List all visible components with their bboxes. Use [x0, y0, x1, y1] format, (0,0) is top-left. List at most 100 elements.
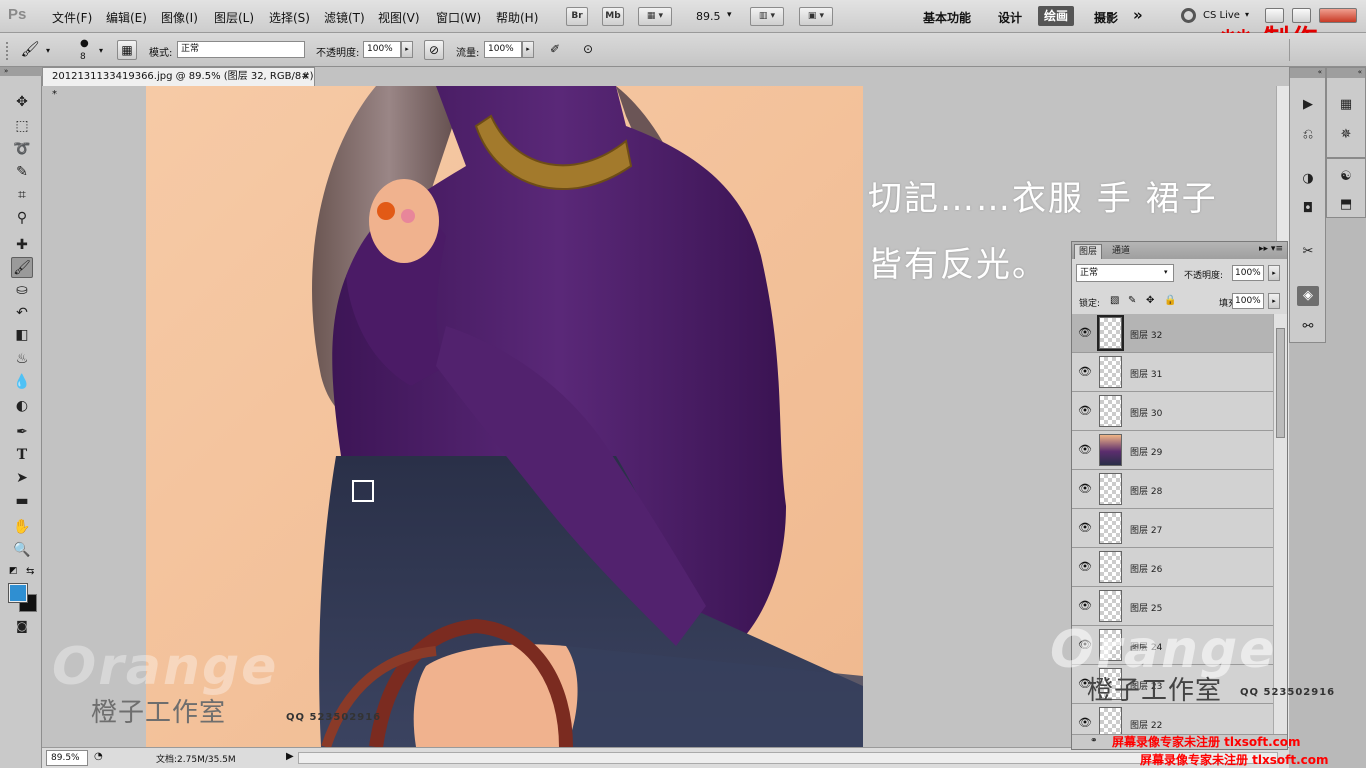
transform-panel-icon[interactable]: ⬒: [1335, 195, 1357, 215]
lock-pixels-icon[interactable]: ✎: [1128, 295, 1136, 306]
visibility-eye-icon[interactable]: 👁: [1078, 404, 1092, 417]
type-tool-icon[interactable]: T: [11, 445, 33, 466]
crop-tool-icon[interactable]: ⌗: [11, 185, 33, 206]
mode-select[interactable]: 正常: [177, 41, 305, 58]
quick-selection-tool-icon[interactable]: ✎: [11, 162, 33, 183]
layers-panel-icon[interactable]: ◈: [1297, 286, 1319, 306]
paint-bucket-tool-icon[interactable]: ♨: [11, 349, 33, 370]
brush-tool-icon[interactable]: 🖌: [11, 257, 33, 278]
move-tool-icon[interactable]: ✥: [11, 92, 33, 113]
layer-row[interactable]: 👁 图层 30: [1072, 392, 1273, 431]
flow-slider-button[interactable]: ▸: [522, 41, 534, 58]
zoom-tool-icon[interactable]: 🔍: [11, 540, 33, 561]
marquee-tool-icon[interactable]: ⬚: [11, 116, 33, 137]
status-menu-arrow-icon[interactable]: ▶: [286, 751, 294, 762]
pen-tool-icon[interactable]: ✒: [11, 422, 33, 443]
navigator-panel-icon[interactable]: ✵: [1335, 125, 1357, 145]
tools-collapse-icon[interactable]: »: [0, 67, 42, 76]
visibility-eye-icon[interactable]: 👁: [1078, 326, 1092, 339]
menu-image[interactable]: 图像(I): [161, 9, 198, 26]
zoom-level[interactable]: 89.5: [696, 10, 721, 23]
foreground-color-swatch[interactable]: [8, 583, 28, 603]
layer-row[interactable]: 👁 图层 22: [1072, 704, 1273, 734]
layer-row[interactable]: 👁 图层 31: [1072, 353, 1273, 392]
masks-panel-icon[interactable]: ◘: [1297, 199, 1319, 219]
options-grip[interactable]: [6, 42, 14, 60]
tab-layers[interactable]: 图层: [1074, 244, 1103, 259]
layer-row[interactable]: 👁 图层 26: [1072, 548, 1273, 587]
dodge-tool-icon[interactable]: ◐: [11, 396, 33, 417]
cslive-dropdown-icon[interactable]: ▾: [1245, 10, 1249, 19]
visibility-eye-icon[interactable]: 👁: [1078, 521, 1092, 534]
tablet-size-pressure-icon[interactable]: ⊙: [578, 40, 598, 60]
menu-select[interactable]: 选择(S): [269, 9, 310, 26]
view-extras-button[interactable]: ▦ ▾: [638, 7, 672, 26]
workspace-design[interactable]: 设计: [998, 9, 1022, 26]
rectangle-tool-icon[interactable]: ▬: [11, 491, 33, 512]
bridge-button[interactable]: Br: [566, 7, 588, 26]
menu-edit[interactable]: 编辑(E): [106, 9, 147, 26]
layer-opacity-slider-button[interactable]: ▸: [1268, 265, 1280, 281]
flow-input[interactable]: 100%: [484, 41, 522, 58]
healing-brush-tool-icon[interactable]: ✚: [11, 235, 33, 256]
document-horizontal-scrollbar[interactable]: [298, 752, 1278, 764]
blur-tool-icon[interactable]: 💧: [11, 372, 33, 393]
layer-row[interactable]: 👁 图层 27: [1072, 509, 1273, 548]
zoom-dropdown-icon[interactable]: ▾: [727, 10, 732, 20]
status-options-icon[interactable]: ◔: [94, 751, 103, 762]
menu-window[interactable]: 窗口(W): [436, 9, 481, 26]
more-workspaces-button[interactable]: »: [1133, 6, 1143, 24]
dock1-collapse-icon[interactable]: «: [1290, 68, 1325, 78]
workspace-essentials[interactable]: 基本功能: [923, 9, 971, 26]
dock2-collapse-icon[interactable]: «: [1327, 68, 1365, 78]
history-brush-tool-icon[interactable]: ↶: [11, 303, 33, 324]
brush-tool-preset-icon[interactable]: 🖌: [20, 40, 40, 60]
layer-row[interactable]: 👁 图层 29: [1072, 431, 1273, 470]
visibility-eye-icon[interactable]: 👁: [1078, 599, 1092, 612]
brush-size[interactable]: 8: [80, 52, 86, 62]
brush-picker-dropdown-icon[interactable]: ▾: [99, 46, 103, 55]
zoom-field[interactable]: 89.5%: [46, 750, 88, 766]
layer-row[interactable]: 👁 图层 32: [1072, 314, 1273, 353]
workspace-photography[interactable]: 摄影: [1094, 9, 1118, 26]
swap-colors-icon[interactable]: ⇆: [26, 566, 34, 577]
visibility-eye-icon[interactable]: 👁: [1078, 365, 1092, 378]
visibility-eye-icon[interactable]: 👁: [1078, 560, 1092, 573]
path-selection-tool-icon[interactable]: ➤: [11, 468, 33, 489]
menu-filter[interactable]: 滤镜(T): [324, 9, 365, 26]
menu-view[interactable]: 视图(V): [378, 9, 420, 26]
airbrush-icon[interactable]: ✐: [545, 40, 565, 60]
fill-input[interactable]: 100%: [1232, 293, 1264, 309]
menu-help[interactable]: 帮助(H): [496, 9, 538, 26]
opacity-input[interactable]: 100%: [363, 41, 401, 58]
blend-mode-select[interactable]: 正常: [1076, 264, 1174, 282]
hand-tool-icon[interactable]: ✋: [11, 517, 33, 538]
eraser-tool-icon[interactable]: ◧: [11, 325, 33, 346]
arrange-docs-button[interactable]: ▥ ▾: [750, 7, 784, 26]
fill-slider-button[interactable]: ▸: [1268, 293, 1280, 309]
quick-mask-icon[interactable]: ◙: [11, 616, 33, 637]
tab-channels[interactable]: 通道: [1108, 244, 1134, 259]
lock-position-icon[interactable]: ✥: [1146, 295, 1154, 306]
document-tab[interactable]: 2012131133419366.jpg @ 89.5% (图层 32, RGB…: [42, 67, 315, 100]
lock-all-icon[interactable]: 🔒: [1164, 295, 1176, 306]
lasso-tool-icon[interactable]: ➰: [11, 139, 33, 160]
close-document-icon[interactable]: ×: [302, 68, 310, 86]
screen-mode-button[interactable]: ▣ ▾: [799, 7, 833, 26]
eyedropper-tool-icon[interactable]: ⚲: [11, 208, 33, 229]
link-layers-icon[interactable]: ⚭: [1090, 736, 1098, 746]
swatches-panel-icon[interactable]: ▦: [1335, 95, 1357, 115]
preset-dropdown-icon[interactable]: ▾: [46, 46, 50, 55]
tablet-opacity-pressure-icon[interactable]: ⊘: [424, 40, 444, 60]
actions-panel-icon[interactable]: ▶: [1297, 95, 1319, 115]
brush-presets-panel-icon[interactable]: ✂: [1297, 242, 1319, 262]
visibility-eye-icon[interactable]: 👁: [1078, 716, 1092, 729]
opacity-slider-button[interactable]: ▸: [401, 41, 413, 58]
menu-layer[interactable]: 图层(L): [214, 9, 254, 26]
layer-opacity-input[interactable]: 100%: [1232, 265, 1264, 281]
adjustments-panel-icon[interactable]: ☯: [1335, 167, 1357, 187]
blend-mode-dropdown-icon[interactable]: ▾: [1164, 268, 1168, 276]
cslive-icon[interactable]: [1181, 8, 1196, 23]
brush-panel-toggle-icon[interactable]: ▦: [117, 40, 137, 60]
menu-file[interactable]: 文件(F): [52, 9, 92, 26]
